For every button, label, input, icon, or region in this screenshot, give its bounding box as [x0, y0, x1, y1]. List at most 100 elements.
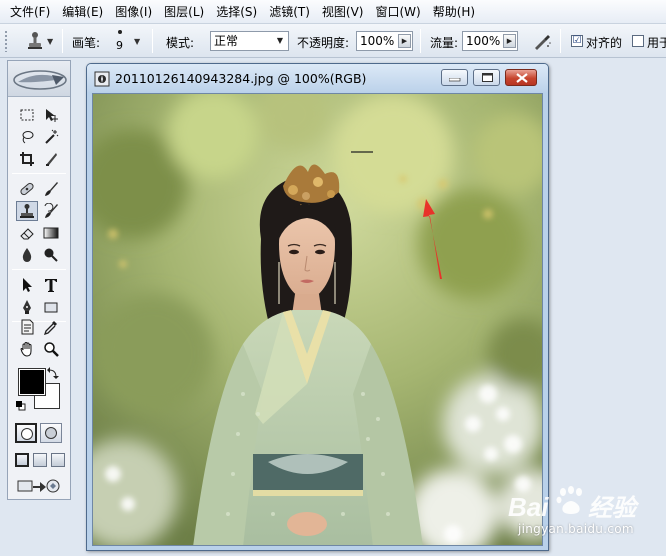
eyedropper-tool[interactable]: [40, 317, 62, 337]
mode-value: 正常: [214, 34, 239, 48]
document-window: 20110126140943284.jpg @ 100%(RGB): [86, 63, 549, 551]
watermark-url: jingyan.baidu.com: [518, 522, 634, 536]
paintbrush-icon: [45, 182, 58, 196]
menu-help[interactable]: 帮助(H): [427, 2, 481, 22]
opacity-label: 不透明度:: [297, 36, 350, 50]
lasso-icon: [22, 131, 34, 144]
notes-tool[interactable]: [16, 317, 38, 337]
separator: [560, 29, 561, 53]
history-brush-icon: [44, 203, 58, 218]
brush-tip-preview[interactable]: [118, 30, 122, 34]
brush-label: 画笔:: [72, 36, 101, 50]
marquee-tool[interactable]: [16, 105, 38, 125]
aligned-checkbox[interactable]: ☑: [571, 35, 583, 47]
magic-wand-tool[interactable]: [40, 127, 62, 147]
aligned-label: 对齐的: [586, 36, 623, 50]
mode-select[interactable]: 正常 ▼: [210, 31, 289, 51]
swap-colors-icon[interactable]: [47, 367, 59, 379]
gradient-icon: [43, 227, 59, 239]
clone-stamp-icon[interactable]: [26, 31, 44, 51]
flow-label: 流量:: [430, 36, 459, 50]
sample-all-layers-label: 用于: [647, 36, 666, 50]
standard-mode-button[interactable]: [15, 423, 37, 443]
brush-tool[interactable]: [40, 179, 62, 199]
full-screen-mode-button[interactable]: [51, 453, 65, 467]
maximize-button[interactable]: [473, 69, 500, 86]
lasso-tool[interactable]: [16, 127, 38, 147]
toolbox-header[interactable]: [8, 61, 70, 97]
move-tool[interactable]: [40, 105, 62, 125]
menu-window[interactable]: 窗口(W): [369, 2, 426, 22]
separator: [62, 29, 63, 53]
options-bar: ▼ 画笔: 9 ▼ 模式: 正常 ▼ 不透明度: 100% ▶ 流量: 100%…: [0, 24, 666, 58]
zoom-tool[interactable]: [40, 339, 62, 359]
type-t-icon: [45, 279, 57, 292]
close-icon: [516, 73, 528, 83]
foreground-color-swatch[interactable]: [18, 368, 46, 396]
menu-layer[interactable]: 图层(L): [158, 2, 210, 22]
eraser-tool[interactable]: [16, 223, 38, 243]
blur-tool[interactable]: [16, 245, 38, 265]
path-selection-tool[interactable]: [16, 275, 38, 295]
history-brush-tool[interactable]: [40, 201, 62, 221]
slice-knife-icon: [46, 153, 57, 166]
menu-edit[interactable]: 编辑(E): [56, 2, 109, 22]
full-screen-menu-mode-button[interactable]: [33, 453, 47, 467]
type-tool[interactable]: [40, 275, 62, 295]
opacity-value: 100%: [360, 34, 395, 48]
menu-view[interactable]: 视图(V): [316, 2, 370, 22]
standard-mode-icon: [21, 428, 33, 440]
crop-icon: [20, 152, 34, 166]
document-title: 20110126140943284.jpg @ 100%(RGB): [115, 71, 367, 86]
rect-marquee-icon: [20, 109, 34, 121]
gradient-tool[interactable]: [40, 223, 62, 243]
bandage-icon: [20, 182, 34, 196]
flow-input[interactable]: 100% ▶: [462, 31, 518, 51]
flow-value: 100%: [466, 34, 501, 48]
airbrush-icon[interactable]: [532, 31, 552, 51]
mode-chevron-down-icon: ▼: [276, 36, 284, 45]
droplet-icon: [22, 248, 32, 262]
hand-tool[interactable]: [16, 339, 38, 359]
menu-file[interactable]: 文件(F): [4, 2, 56, 22]
document-title-bar[interactable]: 20110126140943284.jpg @ 100%(RGB): [87, 64, 548, 92]
default-colors-icon[interactable]: [16, 401, 26, 411]
magic-wand-icon: [45, 129, 59, 144]
shape-tool[interactable]: [40, 297, 62, 317]
menu-filter[interactable]: 滤镜(T): [263, 2, 316, 22]
clone-stamp-tool[interactable]: [16, 201, 38, 221]
opacity-input[interactable]: 100% ▶: [356, 31, 413, 51]
menu-image[interactable]: 图像(I): [109, 2, 158, 22]
note-icon: [21, 319, 34, 335]
clone-stamp-icon: [20, 204, 34, 218]
crop-tool[interactable]: [16, 149, 38, 169]
options-bar-grip[interactable]: [4, 30, 8, 52]
menu-select[interactable]: 选择(S): [210, 2, 263, 22]
sample-all-layers-checkbox[interactable]: [632, 35, 644, 47]
close-button[interactable]: [505, 69, 537, 86]
mode-label: 模式:: [166, 36, 195, 50]
jump-to-imageready-icon[interactable]: [16, 475, 60, 495]
baidu-jingyan-watermark: Bai 经验 jingyan.baidu.com: [508, 480, 658, 540]
toolbox: [7, 60, 71, 500]
baidu-jingyan-logo: Bai 经验: [508, 486, 640, 522]
dodge-tool[interactable]: [40, 245, 62, 265]
brush-chevron-down-icon[interactable]: ▼: [134, 37, 140, 46]
standard-screen-mode-button[interactable]: [15, 453, 29, 467]
svg-text:Bai: Bai: [508, 492, 549, 522]
pen-tool[interactable]: [16, 297, 38, 317]
image-canvas[interactable]: [92, 93, 543, 546]
rectangle-shape-icon: [44, 302, 58, 313]
toolbox-divider: [12, 173, 66, 174]
quick-mask-mode-button[interactable]: [40, 423, 62, 443]
brush-size-value[interactable]: 9: [116, 39, 123, 52]
opacity-slider-arrow-icon[interactable]: ▶: [398, 34, 411, 48]
minimize-button[interactable]: [441, 69, 468, 86]
tool-preset-chevron-down-icon[interactable]: ▼: [47, 37, 53, 46]
healing-brush-tool[interactable]: [16, 179, 38, 199]
separator: [420, 29, 421, 53]
slice-tool[interactable]: [40, 149, 62, 169]
arrow-pointer-icon: [23, 278, 32, 292]
pen-nib-icon: [23, 300, 31, 314]
flow-slider-arrow-icon[interactable]: ▶: [503, 34, 516, 48]
